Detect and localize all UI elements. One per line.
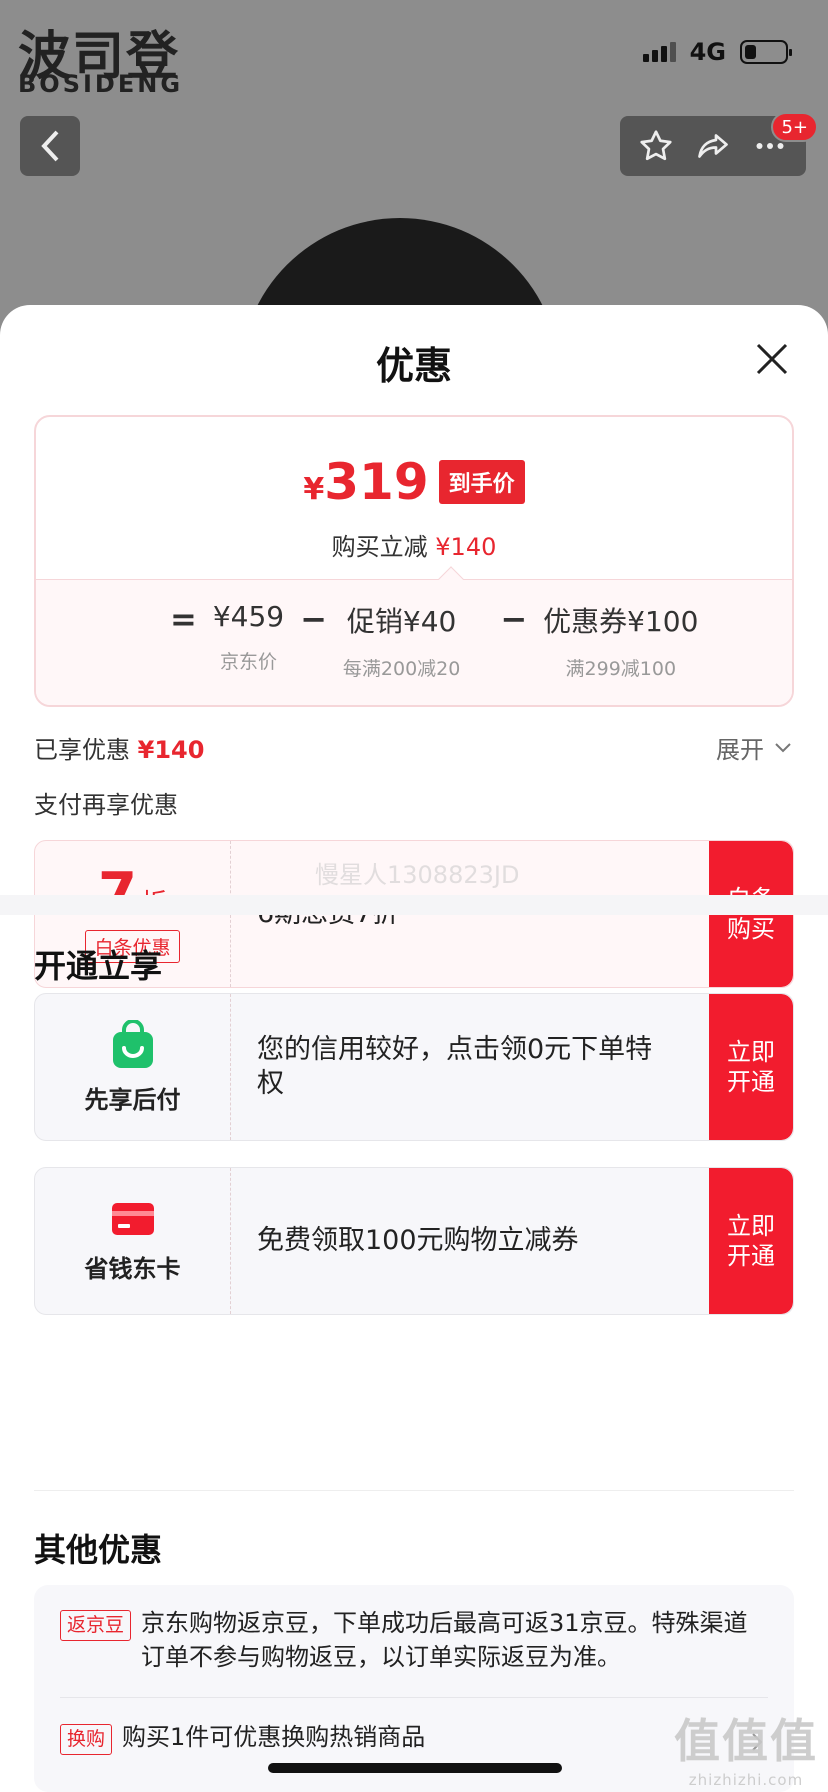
chevron-down-icon — [775, 742, 791, 752]
expand-toggle[interactable]: 展开 — [716, 730, 792, 765]
product-page-backdrop[interactable]: 波司登 BOSIDENG 4G 5+ — [0, 0, 828, 340]
pay-later-description: 您的信用较好，点击领0元下单特权 — [257, 1034, 653, 1099]
discount-sheet: 优惠 ¥319 到手价 购买立减 ¥140 = ¥459 京东价 − 促销¥40… — [0, 305, 828, 1792]
pay-section-title: 支付再享优惠 — [34, 791, 178, 819]
pay-later-open-button[interactable]: 立即开通 — [709, 994, 793, 1140]
star-icon[interactable] — [638, 128, 674, 164]
other-offer-row: 返京豆 京东购物返京豆，下单成功后最高可返31京豆。特殊渠道订单不参与购物返豆，… — [60, 1607, 768, 1674]
pay-later-card: 先享后付 您的信用较好，点击领0元下单特权 立即开通 — [34, 993, 794, 1141]
enjoyed-discount: 已享优惠 ¥140 — [34, 736, 205, 764]
other-offer-text: 京东购物返京豆，下单成功后最高可返31京豆。特殊渠道订单不参与购物返豆，以订单实… — [141, 1609, 748, 1671]
share-icon[interactable] — [695, 128, 731, 164]
status-bar: 4G — [642, 38, 792, 66]
user-watermark: 慢星人1308823JD — [315, 861, 520, 889]
discount-number: 7 — [98, 860, 137, 926]
home-indicator[interactable] — [268, 1763, 562, 1773]
battery-icon — [740, 40, 792, 64]
final-price: ¥319 — [303, 453, 429, 511]
other-offer-tag: 换购 — [60, 1724, 113, 1755]
message-badge: 5+ — [771, 112, 818, 142]
savings-card: 省钱东卡 免费领取100元购物立减券 立即开通 — [34, 1167, 794, 1315]
savings-card-label: 省钱东卡 — [84, 1254, 181, 1283]
other-offer-row[interactable]: 换购 购买1件可优惠换购热销商品 — [60, 1721, 768, 1755]
coupon-discount: 优惠券¥100 满299减100 — [543, 605, 699, 680]
credit-card-icon — [111, 1202, 154, 1235]
brand-logo-en: BOSIDENG — [18, 70, 184, 98]
sheet-title: 优惠 — [375, 344, 452, 388]
other-offer-text: 购买1件可优惠换购热销商品 — [122, 1723, 426, 1751]
savings-card-description: 免费领取100元购物立减券 — [257, 1225, 579, 1257]
back-button[interactable] — [20, 116, 80, 176]
price-formula: = ¥459 京东价 − 促销¥40 每满200减20 − 优惠券¥100 满2… — [170, 600, 699, 680]
close-icon[interactable] — [754, 341, 790, 377]
base-price: ¥459 京东价 — [212, 600, 285, 673]
other-section-title: 其他优惠 — [34, 1531, 163, 1569]
chevron-left-icon — [41, 130, 59, 162]
pay-later-label: 先享后付 — [84, 1085, 181, 1114]
other-offer-tag: 返京豆 — [60, 1610, 132, 1641]
signal-icon — [642, 42, 676, 62]
price-breakdown-card: ¥319 到手价 购买立减 ¥140 = ¥459 京东价 − 促销¥40 每满… — [34, 415, 794, 707]
site-watermark: 值值值 zhizhizhi.com — [674, 1714, 818, 1789]
promo-discount: 促销¥40 每满200减20 — [342, 605, 461, 680]
final-price-tag: 到手价 — [438, 460, 525, 504]
network-type: 4G — [689, 38, 726, 66]
shopping-bag-icon — [112, 1019, 153, 1068]
instant-reduction: 购买立减 ¥140 — [331, 533, 497, 561]
open-section-title: 开通立享 — [34, 947, 163, 985]
savings-card-open-button[interactable]: 立即开通 — [709, 1168, 793, 1314]
